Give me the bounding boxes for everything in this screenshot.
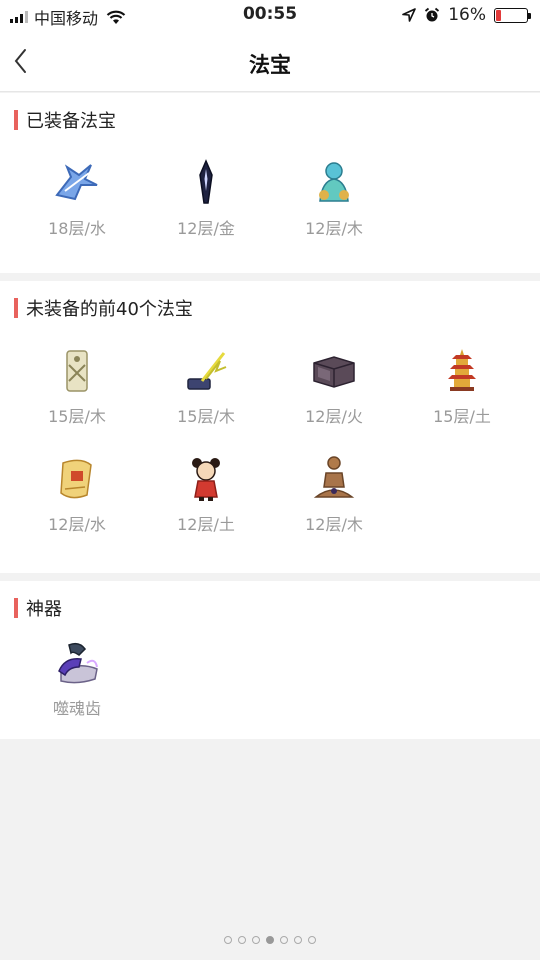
item-label: 12层/木 [305, 219, 363, 238]
pagoda-icon [448, 349, 476, 391]
battery-fill [496, 9, 501, 21]
status-right: 16% [402, 5, 531, 25]
doll-icon [192, 458, 220, 501]
equipped-section: 已装备法宝 18层/水 12层/金 12层/木 [0, 93, 540, 273]
page-dot[interactable] [280, 936, 288, 944]
page-dot[interactable] [308, 936, 316, 944]
section-accent-bar [14, 110, 18, 130]
nav-bar: 法宝 [0, 30, 540, 92]
scroll-icon [60, 459, 92, 499]
paper-talisman-icon [66, 350, 88, 392]
page-dot[interactable] [294, 936, 302, 944]
item-label: 12层/水 [48, 515, 106, 534]
soul-tooth-icon [58, 642, 98, 684]
section-title: 已装备法宝 [26, 111, 116, 132]
page-indicator [0, 936, 540, 944]
section-header: 未装备的前40个法宝 [14, 297, 193, 320]
treasure-item[interactable]: 12层/土 [156, 453, 256, 535]
alarm-icon [425, 7, 440, 22]
meditating-figure-icon [313, 456, 355, 498]
status-bar: 中国移动 00:55 16% [0, 0, 540, 30]
treasure-item[interactable]: 15层/土 [412, 345, 512, 427]
dark-box-icon [313, 356, 355, 388]
section-title: 未装备的前40个法宝 [26, 299, 193, 320]
section-accent-bar [14, 598, 18, 618]
item-label: 噬魂齿 [52, 699, 101, 718]
treasure-item[interactable]: 12层/水 [27, 453, 127, 535]
item-label: 15层/木 [48, 407, 106, 426]
page-dot[interactable] [252, 936, 260, 944]
blue-deity-icon [319, 162, 349, 202]
battery-icon [494, 7, 531, 23]
page-dot[interactable] [224, 936, 232, 944]
treasure-item[interactable]: 15层/木 [27, 345, 127, 427]
section-title: 神器 [26, 599, 62, 620]
item-label: 15层/土 [433, 407, 491, 426]
treasure-item[interactable]: 12层/木 [284, 453, 384, 535]
treasure-item[interactable]: 15层/木 [156, 345, 256, 427]
treasure-item[interactable]: 12层/金 [156, 157, 256, 239]
battery-percent: 16% [448, 5, 486, 25]
location-arrow-icon [402, 8, 417, 22]
page-dot[interactable] [238, 936, 246, 944]
item-label: 12层/金 [177, 219, 235, 238]
lightning-sword-icon [187, 352, 227, 390]
blue-bird-icon [55, 164, 98, 201]
treasure-item[interactable]: 12层/火 [284, 345, 384, 427]
item-label: 12层/木 [305, 515, 363, 534]
page-dot[interactable] [266, 936, 274, 944]
section-accent-bar [14, 298, 18, 318]
dark-blade-icon [199, 159, 213, 204]
item-label: 18层/水 [48, 219, 106, 238]
page-title: 法宝 [249, 53, 291, 77]
treasure-item[interactable]: 12层/木 [284, 157, 384, 239]
item-label: 15层/木 [177, 407, 235, 426]
artifact-item[interactable]: 噬魂齿 [27, 637, 127, 719]
item-label: 12层/火 [305, 407, 363, 426]
section-header: 已装备法宝 [14, 109, 116, 132]
section-header: 神器 [14, 597, 62, 620]
unequipped-section: 未装备的前40个法宝 15层/木 15层/木 12层/火 15层/土 12层/水… [0, 281, 540, 573]
item-label: 12层/土 [177, 515, 235, 534]
treasure-item[interactable]: 18层/水 [27, 157, 127, 239]
artifact-section: 神器 噬魂齿 [0, 581, 540, 739]
